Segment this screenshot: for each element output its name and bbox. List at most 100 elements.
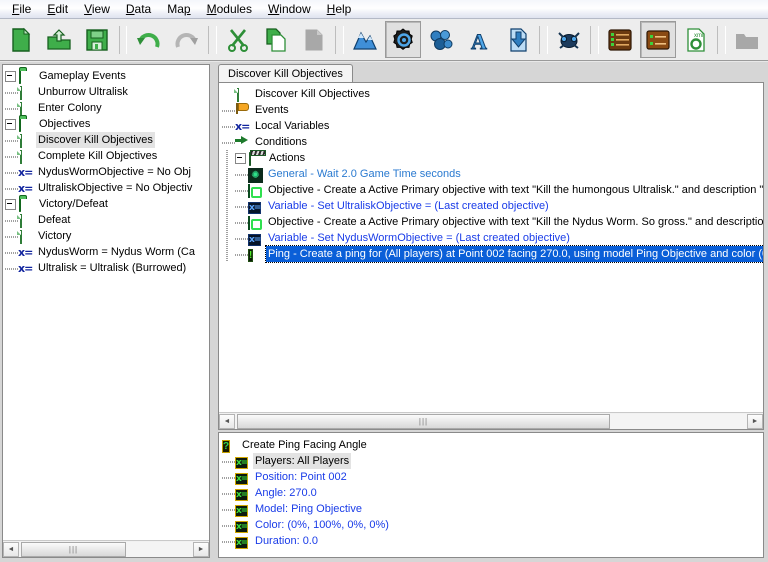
tree-connector: [235, 182, 248, 198]
tree-row[interactable]: x= NydusWormObjective = No Obj: [5, 164, 209, 180]
scroll-right-arrow[interactable]: ►: [193, 541, 209, 557]
folder-icon: [19, 117, 34, 132]
tree-expander[interactable]: [235, 152, 246, 164]
trigger-detail-box: Discover Kill Objectives Events x= Local Va…: [218, 82, 764, 430]
xml-settings-button[interactable]: xml: [677, 21, 715, 58]
parameter-row[interactable]: x= Model: Ping Objective: [222, 501, 763, 517]
ping-action-icon: !: [248, 249, 254, 262]
menu-item-data[interactable]: Data: [118, 0, 159, 18]
scroll-thumb[interactable]: |||: [237, 413, 610, 429]
scroll-left-arrow[interactable]: ◄: [219, 413, 235, 429]
trigger-list-tree[interactable]: Gameplay Events Unburrow Ultralisk Enter C…: [3, 65, 209, 540]
toolbar-separator: [207, 25, 217, 54]
cut-button[interactable]: [219, 21, 256, 58]
tree-row[interactable]: Objective - Create a Active Primary obje…: [222, 214, 763, 230]
parameter-tree[interactable]: ? Create Ping Facing Angle x= Players: All …: [222, 437, 763, 549]
tree-row[interactable]: Victory: [5, 228, 209, 244]
trigger-module-button[interactable]: [385, 21, 422, 58]
menu-item-map[interactable]: Map: [159, 0, 198, 18]
import-module-button[interactable]: [499, 21, 536, 58]
trigger-tree[interactable]: Discover Kill Objectives Events x= Local Va…: [219, 83, 763, 412]
scroll-track[interactable]: |||: [19, 541, 193, 557]
tree-row-label: Complete Kill Objectives: [38, 150, 158, 162]
tree-row[interactable]: Defeat: [5, 212, 209, 228]
tree-row-label: Conditions: [255, 136, 307, 148]
tree-row[interactable]: Enter Colony: [5, 100, 209, 116]
tree-row[interactable]: Objective - Create a Active Primary obje…: [222, 182, 763, 198]
open-folder-button[interactable]: [41, 21, 78, 58]
folder-icon: [19, 197, 34, 212]
parameter-row[interactable]: x= Position: Point 002: [222, 469, 763, 485]
trigger-tree-hscrollbar[interactable]: ◄ ||| ►: [219, 412, 763, 429]
trigger-list-button[interactable]: [601, 21, 638, 58]
redo-button[interactable]: [168, 21, 205, 58]
tree-row[interactable]: Conditions: [222, 134, 763, 150]
menu-item-view[interactable]: View: [76, 0, 118, 18]
tree-row[interactable]: Unburrow Ultralisk: [5, 84, 209, 100]
tree-row[interactable]: Discover Kill Objectives: [222, 86, 763, 102]
copy-button[interactable]: [257, 21, 294, 58]
new-document-icon: [12, 27, 31, 52]
tree-guide: [222, 150, 235, 166]
tree-row[interactable]: x= Local Variables: [222, 118, 763, 134]
menu-item-file[interactable]: File: [4, 0, 39, 18]
tree-row[interactable]: x= Variable - Set NydusWormObjective = (L…: [222, 230, 763, 246]
tree-row-label: Victory: [38, 230, 72, 242]
browse-button[interactable]: [728, 21, 766, 58]
new-document-button[interactable]: [3, 21, 40, 58]
menu-item-modules[interactable]: Modules: [199, 0, 260, 18]
tree-guide: [222, 246, 235, 262]
undo-arrow-icon: [137, 32, 160, 48]
tree-guide: [222, 198, 235, 214]
scroll-left-arrow[interactable]: ◄: [3, 541, 19, 557]
terrain-module-button[interactable]: [346, 21, 384, 58]
arrow-icon: [235, 135, 250, 149]
tree-row[interactable]: x= Ultralisk = Ultralisk (Burrowed): [5, 260, 209, 276]
import-module-icon: [510, 27, 527, 52]
open-folder-icon: [47, 28, 71, 50]
tree-row[interactable]: Objectives: [5, 116, 209, 132]
menu-item-edit[interactable]: Edit: [39, 0, 76, 18]
save-button[interactable]: [79, 21, 116, 58]
scroll-right-arrow[interactable]: ►: [747, 413, 763, 429]
gear-action-icon: ✺: [248, 167, 263, 183]
tree-expander[interactable]: [5, 70, 16, 82]
document-icon: [18, 149, 33, 164]
tree-row[interactable]: x= Variable - Set UltraliskObjective = (L…: [222, 198, 763, 214]
parameter-row[interactable]: x= Players: All Players: [222, 453, 763, 469]
tree-row[interactable]: Victory/Defeat: [5, 196, 209, 212]
text-module-button[interactable]: A: [461, 21, 498, 58]
variable-action-icon: x=: [248, 202, 261, 214]
tree-row[interactable]: Events: [222, 102, 763, 118]
tree-connector: [222, 501, 235, 517]
paste-button[interactable]: [295, 21, 333, 58]
tree-row[interactable]: Complete Kill Objectives: [5, 148, 209, 164]
menu-item-window[interactable]: Window: [260, 0, 319, 18]
tree-row[interactable]: Discover Kill Objectives: [5, 132, 209, 148]
toolbar-separator: [335, 25, 344, 54]
data-module-button[interactable]: [423, 21, 460, 58]
parameter-row[interactable]: x= Color: (0%, 100%, 0%, 0%): [222, 517, 763, 533]
tree-row-label: NydusWorm = Nydus Worm (Ca: [38, 246, 195, 258]
menu-item-help[interactable]: Help: [319, 0, 360, 18]
trigger-editor-button[interactable]: [639, 21, 676, 58]
undo-button[interactable]: [130, 21, 167, 58]
ai-module-button[interactable]: [550, 21, 587, 58]
parameter-row[interactable]: x= Angle: 270.0: [222, 485, 763, 501]
tree-row[interactable]: Gameplay Events: [5, 68, 209, 84]
tree-expander[interactable]: [5, 118, 16, 130]
tree-expander[interactable]: [5, 198, 16, 210]
tree-row[interactable]: Actions: [222, 150, 763, 166]
scroll-track[interactable]: |||: [235, 413, 747, 429]
parameter-panel-title-row: ? Create Ping Facing Angle: [222, 437, 763, 453]
scroll-thumb[interactable]: |||: [21, 541, 126, 557]
tree-row-label: Victory/Defeat: [39, 198, 108, 210]
variable-action-icon: x=: [248, 234, 261, 246]
tree-row[interactable]: x= NydusWorm = Nydus Worm (Ca: [5, 244, 209, 260]
left-panel-hscrollbar[interactable]: ◄ ||| ►: [3, 540, 209, 557]
tree-row[interactable]: ! Ping - Create a ping for (All players) …: [222, 245, 763, 263]
tree-row[interactable]: ✺ General - Wait 2.0 Game Time seconds: [222, 166, 763, 183]
tab-0[interactable]: Discover Kill Objectives: [218, 64, 353, 84]
tree-row[interactable]: x= UltraliskObjective = No Objectiv: [5, 180, 209, 196]
parameter-row[interactable]: x= Duration: 0.0: [222, 533, 763, 549]
